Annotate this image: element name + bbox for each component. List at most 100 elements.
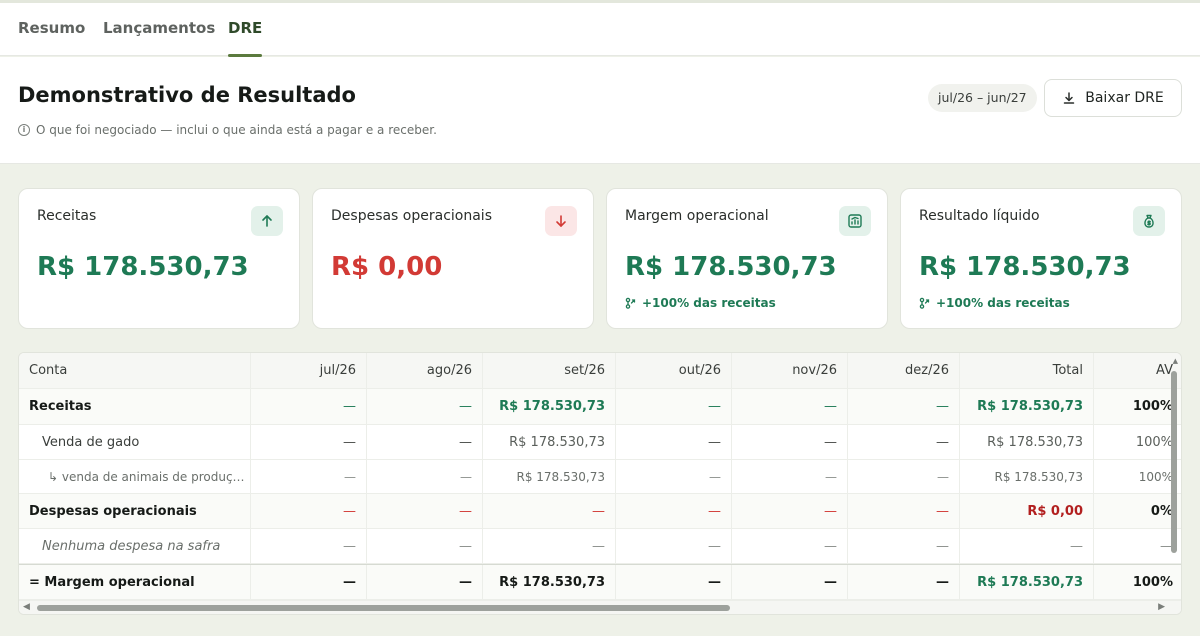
row-label: Despesas operacionais [19, 494, 251, 528]
table-cell: — [732, 565, 848, 599]
card-label: Receitas [37, 208, 97, 224]
table-cell: R$ 178.530,73 [960, 425, 1094, 459]
table-cell: 100% [1132, 574, 1173, 590]
table-cell: — [732, 460, 848, 493]
table-cell: — [483, 529, 616, 563]
table-cell: R$ 178.530,73 [960, 565, 1094, 599]
table-cell: — [616, 565, 732, 599]
dre-table[interactable]: Conta jul/26 ago/26 set/26 out/26 nov/26… [18, 352, 1182, 615]
download-icon [1064, 92, 1075, 104]
table-cell: — [616, 389, 732, 424]
trend-icon [919, 297, 930, 309]
money-bag-icon [1133, 206, 1165, 236]
horizontal-scrollbar[interactable] [37, 605, 730, 611]
table-cell: — [367, 529, 483, 563]
table-row-venda-de-gado[interactable]: Venda de gado — — R$ 178.530,73 — — — R$… [19, 425, 1181, 460]
card-value: R$ 178.530,73 [625, 252, 837, 282]
info-icon: i [18, 124, 30, 136]
card-resultado: Resultado líquido R$ 178.530,73 +100% da… [900, 188, 1182, 329]
table-cell: R$ 178.530,73 [960, 389, 1094, 424]
table-cell: R$ 178.530,73 [960, 460, 1094, 493]
table-cell: R$ 178.530,73 [483, 389, 616, 424]
table-cell: — [616, 529, 732, 563]
table-cell: — [251, 565, 367, 599]
table-cell: — [251, 389, 367, 424]
table-cell: — [848, 494, 960, 528]
card-value: R$ 178.530,73 [919, 252, 1131, 282]
row-label: ↳ venda de animais de produç… [19, 460, 251, 493]
card-label: Resultado líquido [919, 208, 1040, 224]
row-label: Nenhuma despesa na safra [19, 529, 251, 563]
table-row-despesas[interactable]: Despesas operacionais — — — — — — R$ 0,0… [19, 494, 1181, 529]
table-cell: — [732, 529, 848, 563]
table-cell: — [848, 565, 960, 599]
column-header[interactable]: nov/26 [732, 353, 848, 388]
row-label: Receitas [19, 389, 251, 424]
download-dre-button[interactable]: Baixar DRE [1044, 79, 1182, 117]
table-cell: — [251, 494, 367, 528]
card-receitas: Receitas R$ 178.530,73 [18, 188, 300, 329]
table-cell: — [367, 460, 483, 493]
trend-icon [625, 297, 636, 309]
table-row-margem[interactable]: = Margem operacional — — R$ 178.530,73 —… [19, 564, 1181, 600]
table-cell: R$ 0,00 [960, 494, 1094, 528]
scroll-left-arrow-icon[interactable]: ◀ [23, 602, 30, 612]
card-value: R$ 178.530,73 [37, 252, 249, 282]
table-cell: — [367, 389, 483, 424]
column-header[interactable]: Conta [19, 353, 251, 388]
card-value: R$ 0,00 [331, 252, 443, 282]
period-badge[interactable]: jul/26 – jun/27 [928, 84, 1037, 112]
table-cell: — [367, 494, 483, 528]
page-subtitle: i O que foi negociado — inclui o que ain… [18, 123, 437, 137]
tab-bar: Resumo Lançamentos DRE [0, 3, 1200, 57]
tab-resumo[interactable]: Resumo [18, 19, 85, 37]
horizontal-scrollbar-track[interactable]: ◀ ▶ [19, 600, 1181, 614]
column-header[interactable]: jul/26 [251, 353, 367, 388]
arrow-down-icon [545, 206, 577, 236]
table-cell: — [251, 529, 367, 563]
tab-dre[interactable]: DRE [228, 19, 262, 37]
tab-lancamentos[interactable]: Lançamentos [103, 19, 215, 37]
column-header[interactable]: ago/26 [367, 353, 483, 388]
table-cell: — [848, 425, 960, 459]
download-label: Baixar DRE [1085, 90, 1164, 106]
table-cell: R$ 178.530,73 [483, 460, 616, 493]
table-cell: — [483, 494, 616, 528]
table-cell: — [616, 494, 732, 528]
table-cell: 100% [1138, 469, 1173, 484]
table-cell: — [848, 460, 960, 493]
scroll-up-arrow-icon[interactable]: ▲ [1173, 357, 1178, 365]
card-note: +100% das receitas [919, 296, 1070, 310]
table-cell: 0% [1150, 503, 1173, 519]
table-row-subcategory[interactable]: ↳ venda de animais de produç… — — R$ 178… [19, 460, 1181, 494]
scroll-right-arrow-icon[interactable]: ▶ [1158, 602, 1165, 612]
card-note-text: +100% das receitas [642, 296, 776, 310]
table-row-empty-despesas: Nenhuma despesa na safra — — — — — — — — [19, 529, 1181, 564]
table-row-receitas[interactable]: Receitas — — R$ 178.530,73 — — — R$ 178.… [19, 389, 1181, 425]
table-cell: — [616, 460, 732, 493]
column-header[interactable]: Total [960, 353, 1094, 388]
arrow-up-icon [251, 206, 283, 236]
column-header[interactable]: out/26 [616, 353, 732, 388]
table-cell: — [367, 425, 483, 459]
table-cell: — [848, 529, 960, 563]
card-note: +100% das receitas [625, 296, 776, 310]
column-header[interactable]: dez/26 [848, 353, 960, 388]
table-cell: R$ 178.530,73 [483, 565, 616, 599]
chart-icon [839, 206, 871, 236]
table-cell: — [960, 529, 1094, 563]
table-cell: — [1160, 538, 1173, 554]
table-cell: — [848, 389, 960, 424]
table-cell: — [251, 460, 367, 493]
table-cell: — [732, 494, 848, 528]
column-header[interactable]: AV [1094, 353, 1181, 388]
table-cell: 100% [1135, 434, 1173, 450]
vertical-scrollbar[interactable] [1171, 371, 1177, 553]
table-header-row: Conta jul/26 ago/26 set/26 out/26 nov/26… [19, 353, 1181, 389]
column-header[interactable]: set/26 [483, 353, 616, 388]
row-label: = Margem operacional [19, 565, 251, 599]
subtitle-text: O que foi negociado — inclui o que ainda… [36, 123, 437, 137]
card-label: Margem operacional [625, 208, 769, 224]
table-cell: R$ 178.530,73 [483, 425, 616, 459]
table-cell: — [367, 565, 483, 599]
